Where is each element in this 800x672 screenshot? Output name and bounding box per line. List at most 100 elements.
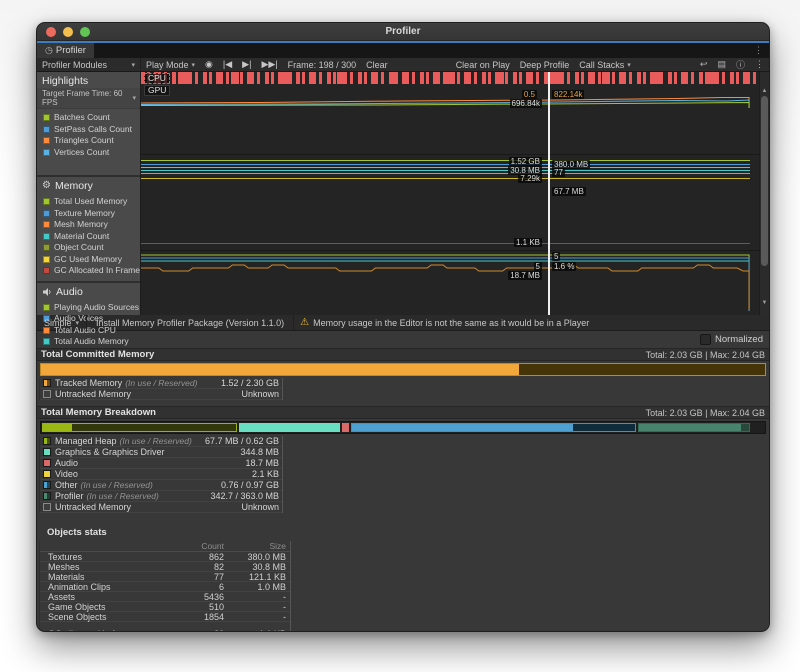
- module-memory[interactable]: ⚙ Memory Total Used Memory Texture Memor…: [37, 177, 140, 281]
- profiler-gauge-icon: ◷: [45, 45, 53, 56]
- legend-item-total-used-memory[interactable]: Total Used Memory: [37, 196, 140, 208]
- install-memory-profiler-button[interactable]: Install Memory Profiler Package (Version…: [87, 315, 294, 330]
- legend-item-triangles-count[interactable]: Triangles Count: [37, 135, 140, 147]
- save-profile-icon[interactable]: ▤: [712, 59, 731, 70]
- help-icon[interactable]: ⓘ: [731, 58, 750, 71]
- tab-profiler[interactable]: ◷ Profiler: [37, 43, 94, 58]
- section-total: Total: 2.03 GB | Max: 2.04 GB: [646, 408, 765, 418]
- legend-label: Video: [55, 469, 78, 479]
- module-title: Memory: [55, 180, 93, 192]
- legend-item-object-count[interactable]: Object Count: [37, 242, 140, 254]
- legend-item-total-audio-memory[interactable]: Total Audio Memory: [37, 336, 140, 348]
- legend-item-setpass-calls[interactable]: SetPass Calls Count: [37, 124, 140, 136]
- legend-item-material-count[interactable]: Material Count: [37, 231, 140, 243]
- chart-value-label: 67.7 MB: [552, 187, 586, 196]
- scroll-down-icon[interactable]: ▼: [760, 300, 769, 306]
- objects-stats-title: Objects stats: [39, 525, 291, 541]
- memory-view-mode-dropdown[interactable]: Simple ▾: [37, 315, 87, 330]
- cpu-activity-bars: [141, 72, 759, 84]
- memory-line-texture: [141, 164, 750, 165]
- play-mode-label: Play Mode: [146, 60, 189, 70]
- tab-label: Profiler: [56, 45, 86, 56]
- legend-row-untracked-memory[interactable]: Untracked Memory Unknown: [40, 502, 282, 513]
- deep-profile-toggle[interactable]: Deep Profile: [515, 58, 575, 71]
- target-frame-time-dropdown[interactable]: Target Frame Time: 60 FPS ▾: [37, 88, 140, 109]
- load-profile-icon[interactable]: ↩: [695, 59, 713, 70]
- next-frame-button[interactable]: ▶|: [237, 58, 256, 71]
- legend-row-graphics[interactable]: Graphics & Graphics Driver 344.8 MB: [40, 447, 282, 458]
- table-row-scene-objects[interactable]: Scene Objects 1854 -: [40, 612, 290, 622]
- legend-row-audio[interactable]: Audio 18.7 MB: [40, 458, 282, 469]
- call-stacks-dropdown[interactable]: Call Stacks ▾: [574, 58, 636, 71]
- count-column-header: Count: [178, 541, 224, 551]
- committed-memory-bar[interactable]: [40, 363, 766, 376]
- clear-button[interactable]: Clear: [361, 58, 393, 71]
- legend-row-video[interactable]: Video 2.1 KB: [40, 469, 282, 480]
- legend-swatch: [43, 459, 51, 467]
- profiler-modules-dropdown[interactable]: Profiler Modules ▾: [37, 58, 141, 71]
- legend-swatch: [43, 437, 51, 445]
- tab-bar: ◷ Profiler ⋮: [37, 41, 769, 58]
- legend-label: Graphics & Graphics Driver: [55, 447, 165, 457]
- segment-graphics[interactable]: [239, 423, 340, 432]
- objects-stats-header: Count Size: [40, 541, 290, 552]
- legend-row-other[interactable]: Other (In use / Reserved) 0.76 / 0.97 GB: [40, 480, 282, 491]
- normalized-row: Normalized: [37, 331, 769, 348]
- module-highlights[interactable]: Highlights Target Frame Time: 60 FPS ▾ B…: [37, 72, 140, 175]
- play-mode-dropdown[interactable]: Play Mode ▾: [141, 58, 200, 71]
- legend-item-gc-used-memory[interactable]: GC Used Memory: [37, 254, 140, 266]
- legend-swatch: [43, 114, 50, 121]
- legend-row-tracked-memory[interactable]: Tracked Memory (In use / Reserved) 1.52 …: [40, 378, 282, 389]
- selected-frame-indicator[interactable]: [548, 72, 550, 315]
- scrollbar-thumb[interactable]: [761, 96, 768, 266]
- legend-item-vertices-count[interactable]: Vertices Count: [37, 147, 140, 159]
- profiler-window: Profiler ◷ Profiler ⋮ Profiler Modules ▾…: [36, 22, 770, 632]
- cpu-badge[interactable]: CPU: [144, 73, 170, 84]
- table-row-animation-clips[interactable]: Animation Clips 6 1.0 MB: [40, 582, 290, 592]
- normalized-checkbox[interactable]: [700, 334, 711, 345]
- legend-label: Triangles Count: [54, 136, 114, 146]
- chart-vertical-scrollbar[interactable]: ▲ ▼: [759, 72, 769, 315]
- clear-on-play-toggle[interactable]: Clear on Play: [451, 58, 515, 71]
- memory-breakdown-header: Total Memory Breakdown Total: 2.03 GB | …: [37, 406, 769, 419]
- legend-item-gc-allocated[interactable]: GC Allocated In Frame: [37, 265, 140, 277]
- profiler-chart-plot[interactable]: CPU GPU 0.5 822.14k 696.84k: [141, 72, 759, 315]
- chart-value-label: 7.29k: [518, 174, 542, 183]
- legend-swatch: [43, 448, 51, 456]
- record-button[interactable]: ◉: [200, 58, 218, 71]
- legend-row-managed-heap[interactable]: Managed Heap (In use / Reserved) 67.7 MB…: [40, 436, 282, 447]
- table-row-textures[interactable]: Textures 862 380.0 MB: [40, 552, 290, 562]
- table-row-materials[interactable]: Materials 77 121.1 KB: [40, 572, 290, 582]
- scroll-up-icon[interactable]: ▲: [760, 88, 769, 94]
- segment-audio[interactable]: [342, 423, 349, 432]
- legend-value: 1.52 / 2.30 GB: [221, 378, 279, 388]
- legend-item-mesh-memory[interactable]: Mesh Memory: [37, 219, 140, 231]
- legend-note: (In use / Reserved): [120, 436, 192, 446]
- legend-label: Profiler: [55, 491, 84, 501]
- segment-profiler[interactable]: [638, 423, 750, 432]
- kebab-menu-icon[interactable]: ⋮: [750, 59, 769, 70]
- legend-item-batches-count[interactable]: Batches Count: [37, 112, 140, 124]
- tab-overflow-menu-icon[interactable]: ⋮: [754, 45, 769, 58]
- table-row-game-objects[interactable]: Game Objects 510 -: [40, 602, 290, 612]
- memory-view-toolbar: Simple ▾ Install Memory Profiler Package…: [37, 315, 769, 331]
- segment-other[interactable]: [351, 423, 636, 432]
- gpu-badge[interactable]: GPU: [144, 85, 170, 96]
- legend-label: GC Allocated In Frame: [54, 266, 140, 276]
- table-row-meshes[interactable]: Meshes 82 30.8 MB: [40, 562, 290, 572]
- gear-icon: ⚙: [42, 181, 51, 191]
- legend-item-texture-memory[interactable]: Texture Memory: [37, 208, 140, 220]
- table-row-assets[interactable]: Assets 5436 -: [40, 592, 290, 602]
- legend-item-playing-audio-sources[interactable]: Playing Audio Sources: [37, 302, 140, 314]
- normalized-label: Normalized: [715, 334, 763, 345]
- legend-row-untracked-memory[interactable]: Untracked Memory Unknown: [40, 389, 282, 400]
- titlebar[interactable]: Profiler: [37, 23, 769, 41]
- legend-row-profiler[interactable]: Profiler (In use / Reserved) 342.7 / 363…: [40, 491, 282, 502]
- last-frame-icon: ▶▶|: [261, 59, 277, 70]
- legend-value: 18.7 MB: [245, 458, 279, 468]
- table-row-gc-allocated[interactable]: GC allocated in frame 20 1.1 KB: [40, 629, 290, 632]
- previous-frame-button[interactable]: |◀: [218, 58, 237, 71]
- segment-managed-heap[interactable]: [42, 423, 237, 432]
- size-column-header: Size: [224, 541, 286, 551]
- current-frame-button[interactable]: ▶▶|: [256, 58, 282, 71]
